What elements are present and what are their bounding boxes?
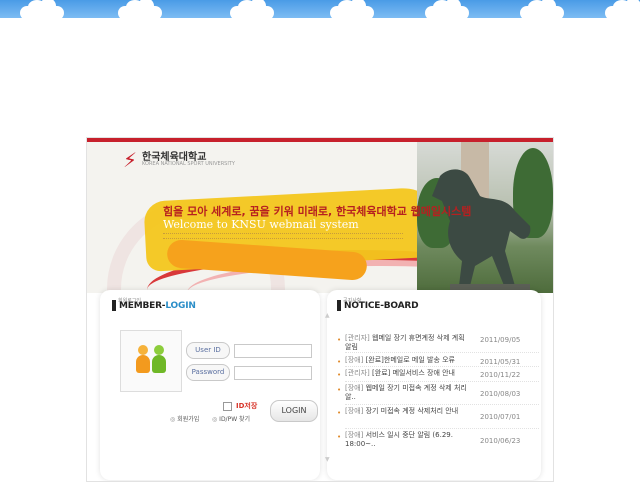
bullet-icon: •	[337, 409, 342, 417]
userid-input[interactable]	[234, 344, 312, 358]
password-label: Password	[186, 364, 230, 381]
university-logo-icon[interactable]: ⚡	[123, 148, 137, 172]
top-sky-bar	[0, 0, 640, 18]
id-save-label: ID저장	[236, 402, 258, 410]
bullet-icon: •	[337, 336, 342, 344]
userid-label: User ID	[186, 342, 230, 359]
login-illustration	[120, 330, 182, 392]
bullet-icon: •	[337, 358, 342, 366]
scroll-down-icon[interactable]: ▼	[325, 456, 330, 463]
member-login-title: MEMBER-LOGIN	[119, 301, 196, 311]
login-window: ⚡ 한국체육대학교 KOREA NATIONAL SPORT UNIVERSIT…	[86, 137, 554, 482]
login-button[interactable]: LOGIN	[270, 400, 318, 422]
welcome-text: Welcome to KNSU webmail system	[163, 218, 359, 231]
university-name-en: KOREA NATIONAL SPORT UNIVERSITY	[142, 161, 235, 167]
notice-board-title: NOTICE-BOARD	[344, 301, 419, 311]
slogan: 힘을 모아 세계로, 꿈을 키워 미래로, 한국체육대학교 웹메일시스템	[163, 205, 472, 218]
banner: ⚡ 한국체육대학교 KOREA NATIONAL SPORT UNIVERSIT…	[87, 138, 553, 293]
member-login-panel: 회원로그인 MEMBER-LOGIN User ID Password ID저장…	[100, 290, 320, 480]
id-save-checkbox[interactable]	[223, 402, 232, 411]
bullet-icon: •	[337, 386, 342, 394]
password-input[interactable]	[234, 366, 312, 380]
bullet-icon: •	[337, 371, 342, 379]
scroll-up-icon[interactable]: ▲	[325, 312, 330, 319]
signup-link[interactable]: ◎ 회원가입	[170, 414, 199, 423]
find-id-pw-link[interactable]: ◎ ID/PW 찾기	[212, 414, 250, 423]
bullet-icon: •	[337, 433, 342, 441]
